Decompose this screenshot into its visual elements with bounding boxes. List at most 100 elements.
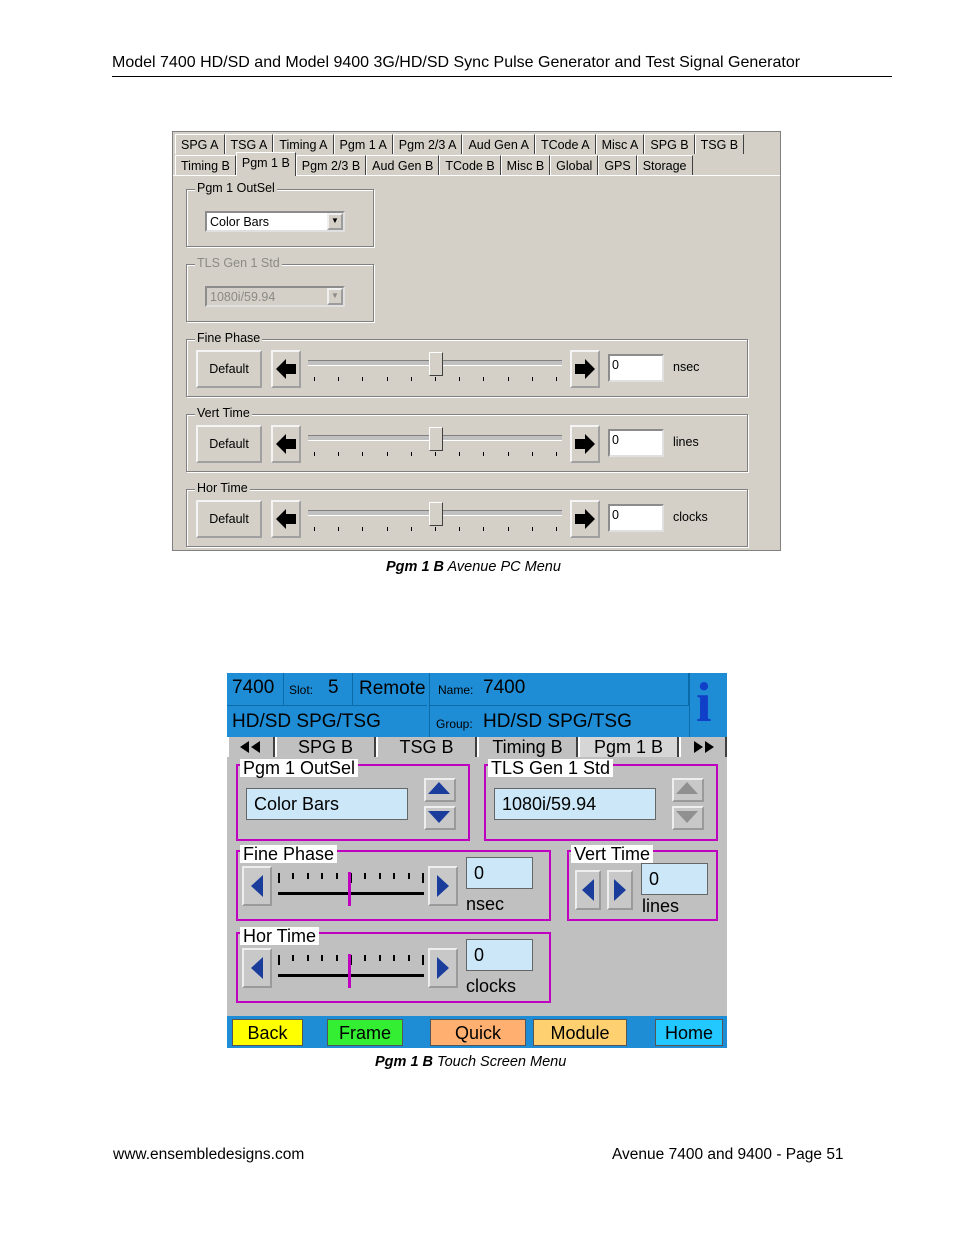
pc-fine-phase-value-field[interactable]: 0 [608,354,664,382]
pc-tab-timing-a[interactable]: Timing A [273,134,334,154]
chevron-down-icon[interactable]: ▼ [327,213,343,230]
ts-slot-cell: Slot: 5 [284,673,353,705]
left-arrow-icon [251,957,263,979]
pc-hor-time-unit: clocks [673,510,708,524]
slider-tick [338,377,340,381]
left-arrow-icon [251,875,263,897]
info-icon[interactable]: i [689,673,727,737]
ts-fine-phase-decrease-button[interactable] [242,866,272,906]
pc-tab-pgm-2-3-a[interactable]: Pgm 2/3 A [392,134,463,154]
pc-hor-time-decrease-button[interactable] [271,500,301,538]
pc-outsel-value: Color Bars [210,215,270,229]
ts-tab-timing-b[interactable]: Timing B [477,737,578,757]
ts-vert-time-decrease-button[interactable] [575,870,601,910]
right-arrow-icon [614,879,626,901]
pc-tab-spg-a[interactable]: SPG A [175,134,225,154]
ts-tab-spg-b[interactable]: SPG B [275,737,376,757]
slider-tick [338,452,340,456]
pc-tab-misc-a[interactable]: Misc A [595,134,645,154]
pc-tab-pgm-1-b[interactable]: Pgm 1 B [235,152,296,176]
back-button[interactable]: Back [232,1019,303,1046]
ts-scroll-right-button[interactable] [679,737,727,757]
ts-fine-phase-increase-button[interactable] [428,866,458,906]
pc-fine-phase-increase-button[interactable] [570,350,600,388]
ts-scroll-left-button[interactable] [227,737,275,757]
pc-tab-aud-gen-a[interactable]: Aud Gen A [462,134,535,154]
ts-tab-pgm-1-b[interactable]: Pgm 1 B [578,737,679,757]
pc-hor-time-slider-thumb[interactable] [429,502,443,526]
ts-hor-time-increase-button[interactable] [428,948,458,988]
ts-hor-time-decrease-button[interactable] [242,948,272,988]
ts-tab-tsg-b[interactable]: TSG B [376,737,477,757]
pc-fine-phase-group: Fine Phase Default 0 nsec [186,331,748,397]
slider-tick [364,955,367,961]
right-arrow-icon [437,957,449,979]
home-button[interactable]: Home [655,1019,723,1046]
slider-tick [314,377,315,381]
pc-tab-row-bottom: Timing B Pgm 1 B Pgm 2/3 B Aud Gen B TCode B… [175,152,693,176]
pc-hor-time-increase-button[interactable] [570,500,600,538]
module-button[interactable]: Module [533,1019,627,1046]
pc-vert-time-default-button[interactable]: Default [196,425,262,463]
pc-hor-time-value-field[interactable]: 0 [608,504,664,532]
touch-menu-caption: Pgm 1 B Touch Screen Menu [375,1054,566,1070]
slider-tick [386,452,388,456]
quick-button[interactable]: Quick [430,1019,526,1046]
slider-tick [306,873,309,879]
pc-vert-time-decrease-button[interactable] [271,425,301,463]
left-arrow-icon [276,434,296,454]
ts-outsel-up-button[interactable] [424,778,456,802]
pc-vert-time-value-field[interactable]: 0 [608,429,664,457]
slider-tick [435,377,436,381]
pc-tab-pgm-2-3-b[interactable]: Pgm 2/3 B [295,155,367,175]
ts-fine-phase-label: Fine Phase [240,845,338,863]
pc-outsel-select[interactable]: Color Bars ▼ [205,211,345,232]
ts-fine-phase-slider-indicator[interactable] [348,872,351,906]
ts-fine-phase-value[interactable]: 0 [466,857,533,889]
right-arrow-icon [575,434,595,454]
pc-fine-phase-slider-thumb[interactable] [429,352,443,376]
pc-tab-tsg-a[interactable]: TSG A [224,134,274,154]
slider-tick [378,955,381,961]
pc-caption-rest: Avenue PC Menu [444,559,561,575]
ts-fine-phase-slider-track[interactable] [278,892,424,895]
slider-tick [278,955,280,965]
pc-tab-timing-b[interactable]: Timing B [175,155,236,175]
pc-vert-time-unit: lines [673,435,699,449]
frame-button[interactable]: Frame [327,1019,403,1046]
pc-vert-time-increase-button[interactable] [570,425,600,463]
pc-tab-spg-b[interactable]: SPG B [644,134,695,154]
pc-tab-pgm-1-a[interactable]: Pgm 1 A [333,134,393,154]
ts-mode-cell: Remote [353,673,430,705]
pc-tab-storage[interactable]: Storage [636,155,693,175]
pc-tab-tcode-a[interactable]: TCode A [534,134,596,154]
slider-tick [556,452,557,456]
pc-tab-tsg-b[interactable]: TSG B [694,134,745,154]
slider-tick [335,873,338,879]
pc-tab-tcode-b[interactable]: TCode B [439,155,501,175]
pc-vert-time-slider-thumb[interactable] [429,427,443,451]
pc-fine-phase-label: Fine Phase [195,331,263,345]
pc-fine-phase-decrease-button[interactable] [271,350,301,388]
ts-vert-time-value[interactable]: 0 [641,863,708,895]
ts-hor-time-slider-track[interactable] [278,974,424,977]
pc-tab-gps[interactable]: GPS [598,155,637,175]
pc-hor-time-default-button[interactable]: Default [196,500,262,538]
ts-outsel-label: Pgm 1 OutSel [240,759,359,777]
pc-tab-aud-gen-b[interactable]: Aud Gen B [366,155,440,175]
pc-tab-global[interactable]: Global [550,155,599,175]
pc-tab-misc-b[interactable]: Misc B [500,155,551,175]
ts-vert-time-increase-button[interactable] [607,870,633,910]
ts-hor-time-value[interactable]: 0 [466,939,533,971]
slider-tick [556,377,557,381]
ts-hor-time-slider-indicator[interactable] [348,954,351,988]
pc-fine-phase-default-button[interactable]: Default [196,350,262,388]
ts-outsel-value[interactable]: Color Bars [246,788,408,820]
ts-tls-up-button [672,778,704,802]
slider-tick [422,955,424,965]
ts-name-label: Name: [438,683,474,697]
avenue-pc-menu-screenshot: SPG A TSG A Timing A Pgm 1 A Pgm 2/3 A Aud Ge… [172,131,781,551]
chevron-down-icon: ▼ [327,288,343,305]
ts-outsel-down-button[interactable] [424,806,456,830]
slider-tick [306,955,309,961]
